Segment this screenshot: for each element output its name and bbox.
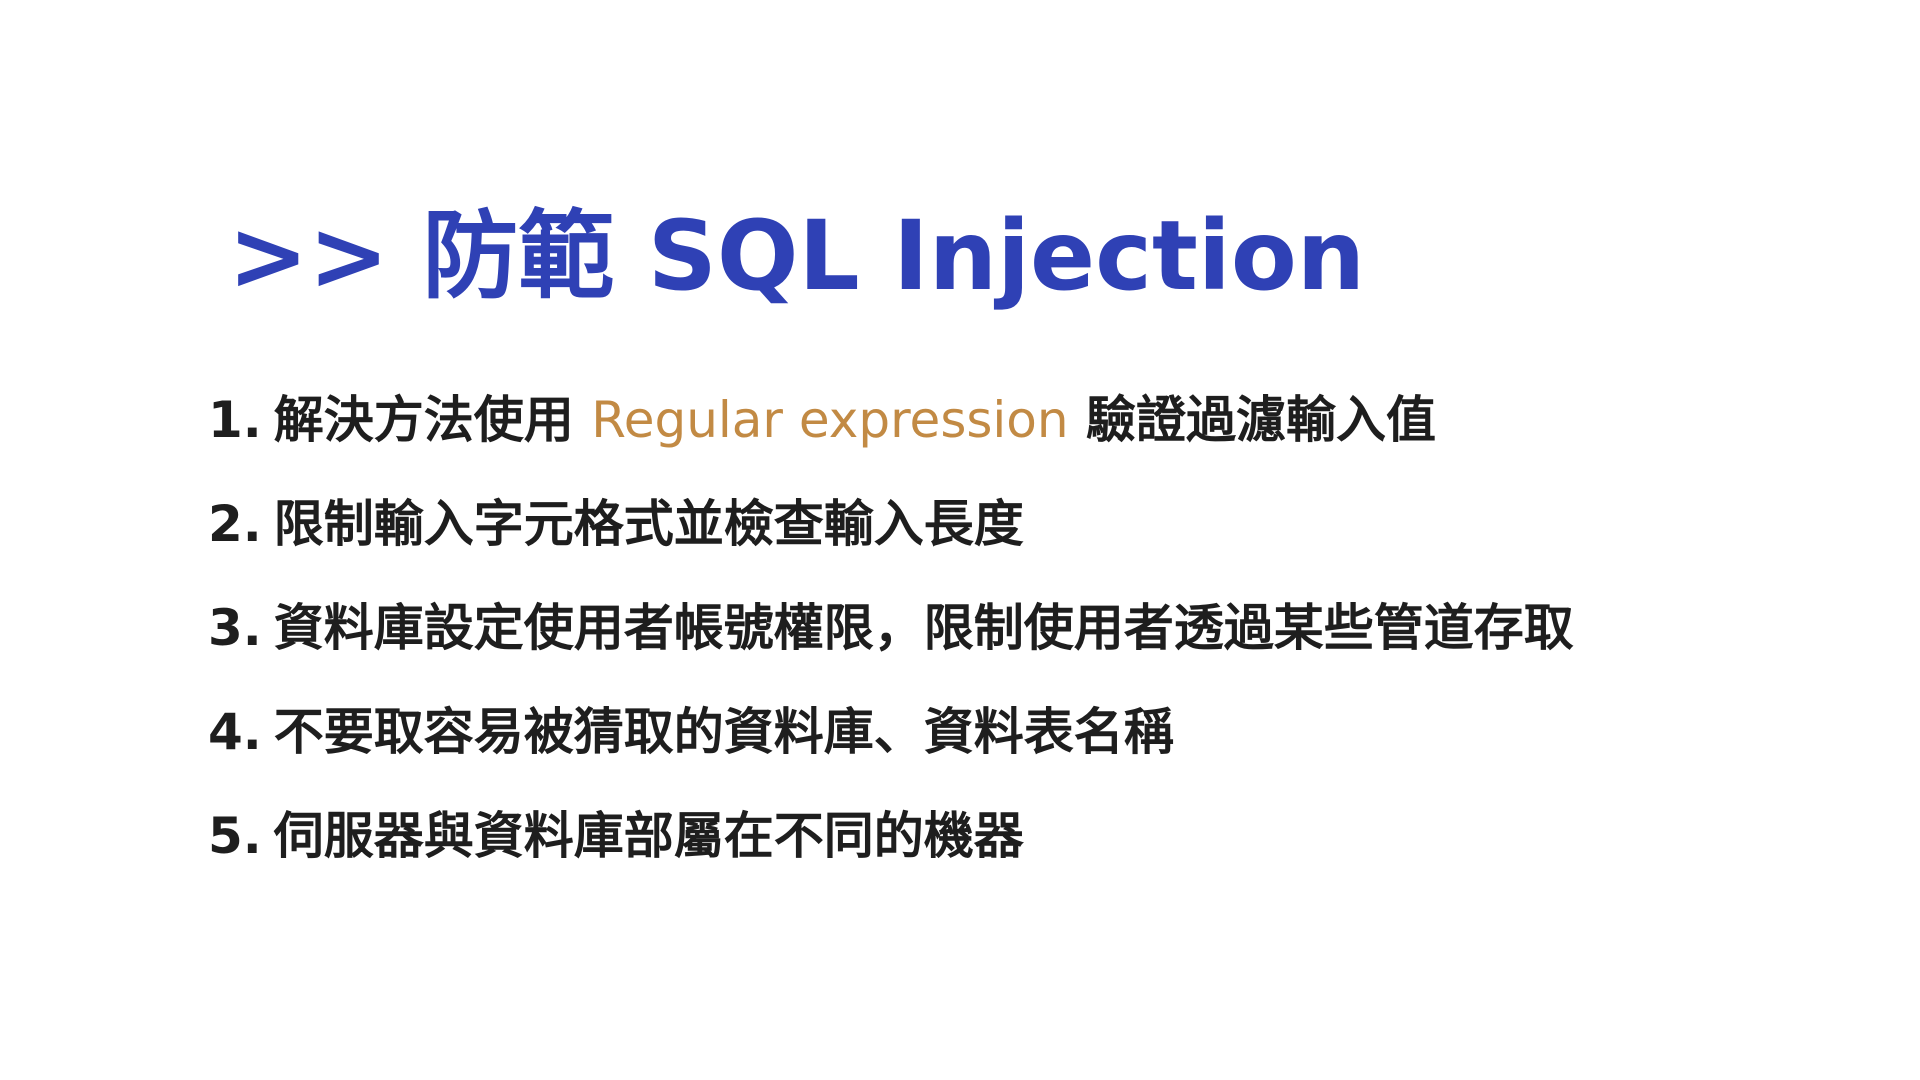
item-number: 1. <box>208 391 262 449</box>
list-item: 2. 限制輸入字元格式並檢查輸入長度 <box>208 472 1574 576</box>
item-text: 驗證過濾輸入值 <box>1086 391 1437 449</box>
item-text: 資料庫設定使用者帳號權限，限制使用者透過某些管道存取 <box>273 599 1574 657</box>
item-number: 3. <box>208 599 262 657</box>
highlight-text: Regular expression <box>591 391 1069 449</box>
item-number: 4. <box>208 703 262 761</box>
item-text: 伺服器與資料庫部屬在不同的機器 <box>273 807 1024 865</box>
item-number: 5. <box>208 807 262 865</box>
item-text: 解決方法使用 <box>273 391 574 449</box>
list-item: 3. 資料庫設定使用者帳號權限，限制使用者透過某些管道存取 <box>208 576 1574 680</box>
slide-title: >> 防範 SQL Injection <box>228 200 1366 312</box>
slide: >> 防範 SQL Injection 1. 解決方法使用 Regular exp… <box>0 0 1920 1080</box>
item-text: 不要取容易被猜取的資料庫、資料表名稱 <box>273 703 1174 761</box>
item-number: 2. <box>208 495 262 553</box>
item-text: 限制輸入字元格式並檢查輸入長度 <box>273 495 1024 553</box>
list-item: 5. 伺服器與資料庫部屬在不同的機器 <box>208 784 1574 888</box>
list-item: 1. 解決方法使用 Regular expression 驗證過濾輸入值 <box>208 368 1574 472</box>
list-item: 4. 不要取容易被猜取的資料庫、資料表名稱 <box>208 680 1574 784</box>
bullet-list: 1. 解決方法使用 Regular expression 驗證過濾輸入值 2. 限制… <box>208 368 1574 888</box>
